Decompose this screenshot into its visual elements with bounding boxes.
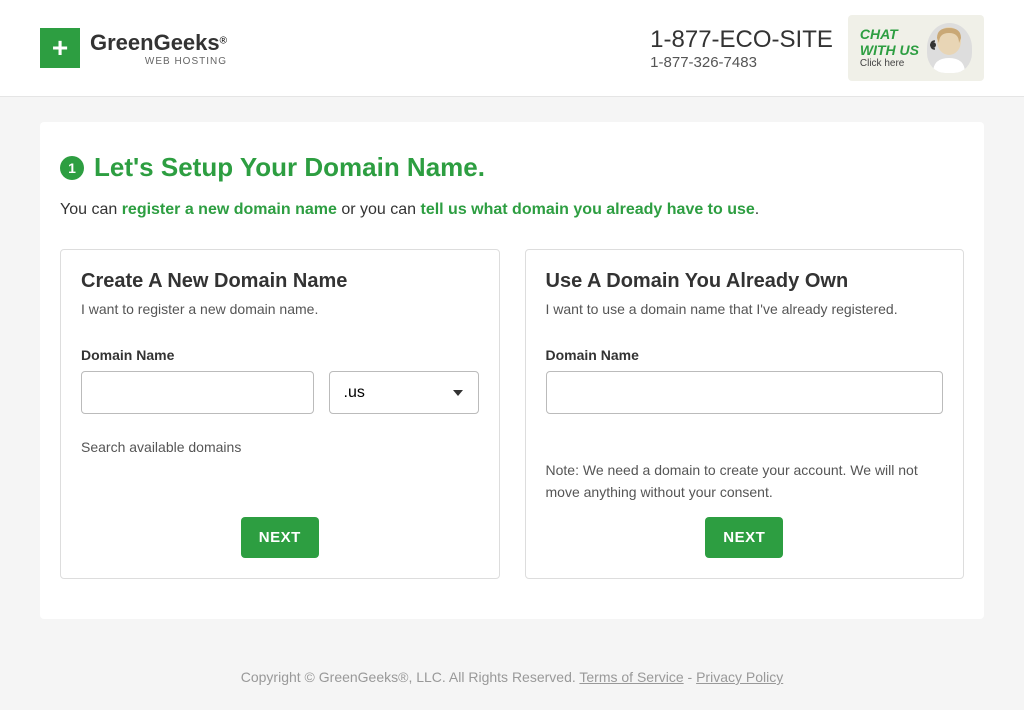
chat-click-here: Click here	[860, 58, 919, 69]
cards-row: Create A New Domain Name I want to regis…	[60, 249, 964, 579]
intro-link-existing[interactable]: tell us what domain you already have to …	[420, 201, 754, 218]
own-domain-input-row	[546, 371, 944, 414]
search-helper-text: Search available domains	[81, 439, 479, 455]
own-domain-next-button[interactable]: NEXT	[705, 517, 783, 558]
phone-main: 1-877-ECO-SITE	[650, 26, 833, 54]
tld-select[interactable]: .us	[329, 371, 479, 414]
new-domain-input-row: .us	[81, 371, 479, 414]
brand-sup: ®	[220, 35, 227, 46]
page-title: Let's Setup Your Domain Name.	[94, 152, 485, 183]
chat-line1: CHAT	[860, 27, 919, 42]
plus-icon: +	[40, 28, 80, 68]
card-own-subtitle: I want to use a domain name that I've al…	[546, 301, 944, 317]
intro-suffix: .	[755, 201, 759, 218]
brand-name: GreenGeeks	[90, 30, 220, 55]
chevron-down-icon	[453, 390, 463, 396]
card-own-domain: Use A Domain You Already Own I want to u…	[525, 249, 965, 579]
page-title-row: 1 Let's Setup Your Domain Name.	[60, 152, 964, 183]
logo-text: GreenGeeks® WEB HOSTING	[90, 30, 227, 67]
intro-prefix: You can	[60, 201, 122, 218]
own-domain-label: Domain Name	[546, 347, 944, 363]
card-own-title: Use A Domain You Already Own	[546, 270, 944, 293]
terms-of-service-link[interactable]: Terms of Service	[579, 669, 683, 685]
intro-text: You can register a new domain name or yo…	[60, 201, 964, 219]
new-domain-input[interactable]	[81, 371, 314, 414]
phone-secondary: 1-877-326-7483	[650, 54, 833, 71]
new-domain-next-button[interactable]: NEXT	[241, 517, 319, 558]
chat-line2: WITH US	[860, 43, 919, 58]
brand-tagline: WEB HOSTING	[90, 56, 227, 67]
footer-separator: -	[684, 669, 696, 685]
step-badge: 1	[60, 156, 84, 180]
support-avatar-icon	[927, 23, 972, 73]
card-new-title: Create A New Domain Name	[81, 270, 479, 293]
card-new-subtitle: I want to register a new domain name.	[81, 301, 479, 317]
new-domain-label: Domain Name	[81, 347, 479, 363]
tld-selected-value: .us	[344, 384, 365, 402]
header-right: 1-877-ECO-SITE 1-877-326-7483 CHAT WITH …	[650, 15, 984, 81]
footer: Copyright © GreenGeeks®, LLC. All Rights…	[0, 619, 1024, 705]
logo[interactable]: + GreenGeeks® WEB HOSTING	[40, 28, 227, 68]
phone-section: 1-877-ECO-SITE 1-877-326-7483	[650, 26, 833, 71]
intro-mid: or you can	[337, 201, 421, 218]
privacy-policy-link[interactable]: Privacy Policy	[696, 669, 783, 685]
own-domain-input[interactable]	[546, 371, 944, 414]
copyright-text: Copyright © GreenGeeks®, LLC. All Rights…	[241, 669, 580, 685]
intro-link-register[interactable]: register a new domain name	[122, 201, 337, 218]
own-domain-note: Note: We need a domain to create your ac…	[546, 459, 944, 504]
chat-widget[interactable]: CHAT WITH US Click here	[848, 15, 984, 81]
card-new-domain: Create A New Domain Name I want to regis…	[60, 249, 500, 579]
header: + GreenGeeks® WEB HOSTING 1-877-ECO-SITE…	[0, 0, 1024, 97]
main-content: 1 Let's Setup Your Domain Name. You can …	[40, 122, 984, 619]
